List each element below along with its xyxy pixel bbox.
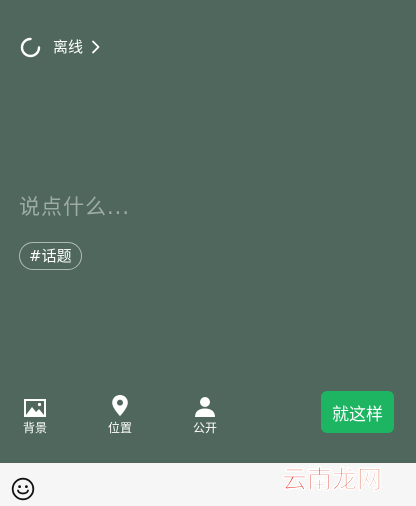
- background-button[interactable]: 背景: [5, 393, 65, 435]
- location-label: 位置: [107, 421, 132, 435]
- topic-button[interactable]: #话题: [19, 242, 82, 270]
- visibility-button[interactable]: 公开: [175, 393, 235, 435]
- visibility-status[interactable]: 离线: [20, 35, 100, 59]
- status-label: 离线: [53, 38, 84, 56]
- watermark-part-2: 龙网: [332, 465, 383, 495]
- location-button[interactable]: 位置: [90, 393, 150, 435]
- watermark-part-1: 云南: [282, 465, 333, 495]
- loading-spinner-icon: [20, 37, 41, 58]
- chevron-right-icon: [91, 40, 100, 54]
- visibility-label: 公开: [192, 421, 217, 435]
- publish-button[interactable]: 就这样: [321, 391, 394, 433]
- compose-text-input[interactable]: 说点什么...: [19, 192, 130, 222]
- compose-editor[interactable]: 离线 说点什么... #话题 背景 位置 公开 就这样: [0, 0, 416, 463]
- emoji-icon[interactable]: [11, 477, 35, 501]
- background-label: 背景: [22, 421, 47, 435]
- location-pin-icon: [111, 393, 129, 417]
- image-icon: [24, 393, 46, 417]
- person-icon: [194, 393, 216, 417]
- watermark-logo: 云南龙网: [282, 464, 383, 496]
